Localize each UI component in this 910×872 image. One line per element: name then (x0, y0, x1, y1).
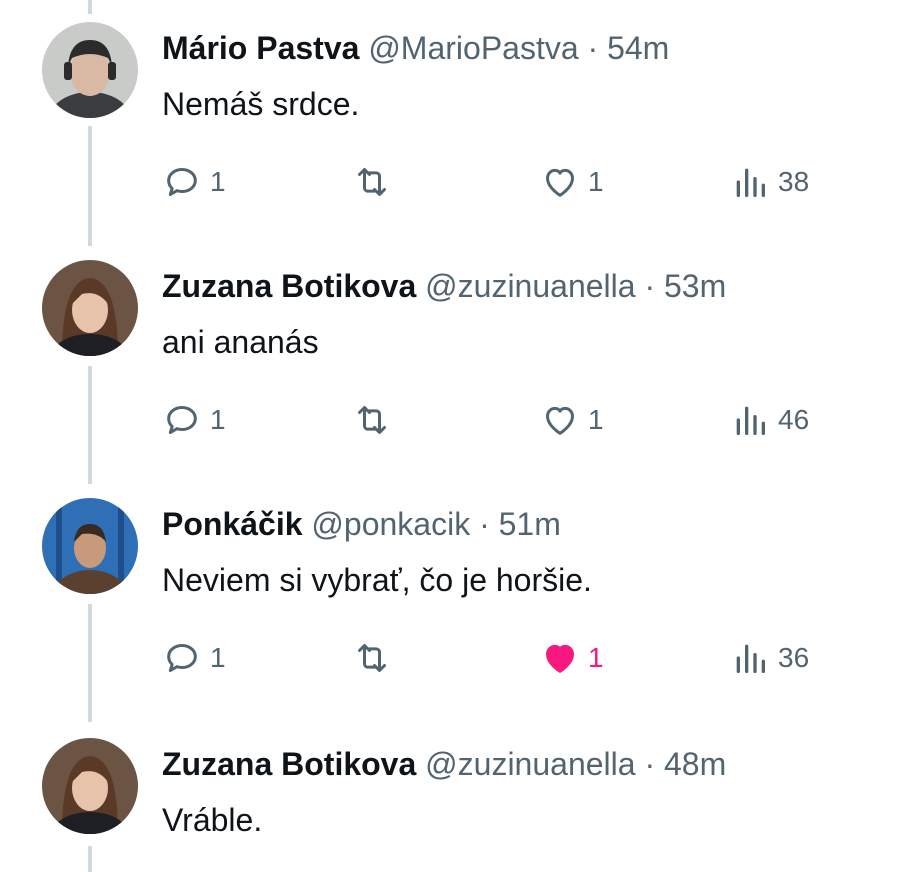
retweet-button[interactable] (352, 638, 400, 678)
avatar[interactable] (42, 22, 138, 118)
like-button[interactable]: 1 (540, 400, 604, 440)
view-count: 38 (778, 166, 810, 197)
timestamp[interactable]: 54m (607, 30, 669, 66)
views-icon (736, 644, 765, 673)
views-button[interactable]: 46 (730, 400, 809, 440)
author-name[interactable]: Ponkáčik (162, 506, 303, 542)
heart-icon (546, 644, 574, 673)
views-button[interactable]: 36 (730, 638, 809, 678)
heart-icon (546, 406, 574, 435)
tweet-text: ani ananás (162, 324, 319, 360)
retweet-icon (358, 406, 386, 434)
like-count: 1 (588, 166, 604, 197)
separator: · (644, 268, 656, 304)
tweet-text: Neviem si vybrať, čo je horšie. (162, 562, 592, 598)
timestamp[interactable]: 51m (499, 506, 561, 542)
action-bar: 1 1 46 (162, 400, 842, 440)
tweet-header: Zuzana Botikova @zuzinuanella · 48m (162, 744, 726, 784)
like-count: 1 (588, 642, 604, 673)
thread-line (88, 846, 92, 872)
reply-icon (167, 406, 197, 434)
thread-line (88, 366, 92, 484)
author-name[interactable]: Zuzana Botikova (162, 268, 416, 304)
views-button[interactable]: 38 (730, 162, 809, 202)
avatar[interactable] (42, 738, 138, 834)
thread-line (88, 0, 92, 14)
thread-line (88, 604, 92, 722)
action-bar: 1 1 38 (162, 162, 842, 202)
timestamp[interactable]: 53m (664, 268, 726, 304)
heart-icon (546, 168, 574, 197)
separator: · (644, 746, 656, 782)
view-count: 36 (778, 642, 810, 673)
tweet-header: Mário Pastva @MarioPastva · 54m (162, 28, 669, 68)
reply-count: 1 (210, 404, 226, 435)
separator: · (479, 506, 490, 542)
tweet-text: Nemáš srdce. (162, 86, 360, 122)
action-bar: 1 1 36 (162, 638, 842, 678)
reply-button[interactable]: 1 (162, 162, 226, 202)
like-button[interactable]: 1 (540, 162, 604, 202)
reply-icon (167, 168, 197, 196)
author-name[interactable]: Mário Pastva (162, 30, 359, 66)
like-count: 1 (588, 404, 604, 435)
views-icon (736, 168, 765, 197)
reply-button[interactable]: 1 (162, 638, 226, 678)
avatar[interactable] (42, 498, 138, 594)
thread-line (88, 126, 92, 246)
author-handle[interactable]: @zuzinuanella (425, 746, 635, 782)
author-name[interactable]: Zuzana Botikova (162, 746, 416, 782)
reply-count: 1 (210, 166, 226, 197)
like-button[interactable]: 1 (540, 638, 604, 678)
separator: · (587, 30, 599, 66)
author-handle[interactable]: @ponkacik (311, 506, 470, 542)
author-handle[interactable]: @MarioPastva (368, 30, 578, 66)
avatar[interactable] (42, 260, 138, 356)
author-handle[interactable]: @zuzinuanella (425, 268, 635, 304)
tweet-header: Zuzana Botikova @zuzinuanella · 53m (162, 266, 726, 306)
timestamp[interactable]: 48m (664, 746, 726, 782)
retweet-icon (358, 644, 386, 672)
reply-button[interactable]: 1 (162, 400, 226, 440)
retweet-icon (358, 168, 386, 196)
views-icon (736, 406, 765, 435)
tweet-header: Ponkáčik @ponkacik · 51m (162, 504, 561, 544)
view-count: 46 (778, 404, 810, 435)
reply-count: 1 (210, 642, 226, 673)
retweet-button[interactable] (352, 162, 400, 202)
tweet-text: Vráble. (162, 802, 263, 838)
retweet-button[interactable] (352, 400, 400, 440)
reply-icon (167, 644, 197, 672)
